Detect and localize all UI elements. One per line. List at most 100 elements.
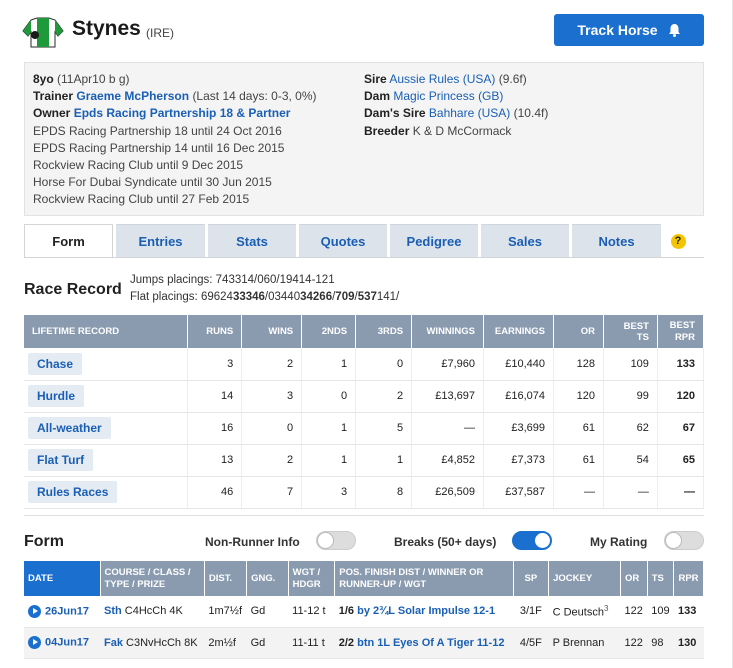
col-winnings: WINNINGS (411, 315, 485, 348)
record-type-button[interactable]: Flat Turf (28, 449, 94, 471)
toggle-knob (534, 532, 551, 549)
col-pos: POS. FINISH DIST / WINNER OR RUNNER-UP /… (334, 561, 514, 596)
cell-date[interactable]: 04Jun17 (24, 627, 100, 659)
record-type-button[interactable]: All-weather (28, 417, 111, 439)
horse-info-left: 8yo (11Apr10 b g) Trainer Graeme McPhers… (33, 71, 317, 209)
prev-owner: Rockview Racing Club until 9 Dec 2015 (33, 158, 244, 173)
result-link[interactable]: by 2¾L Solar Impulse 12-1 (357, 605, 495, 617)
play-video-icon[interactable] (28, 636, 41, 649)
trainer-link[interactable]: Graeme McPherson (76, 89, 189, 103)
cell-going: Gd (246, 627, 289, 659)
cell-or: 122 (620, 596, 648, 628)
col-3rds: 3RDS (355, 315, 413, 348)
flat-placings-bold: 709 (335, 291, 355, 303)
tab-pedigree[interactable]: Pedigree (390, 224, 478, 257)
col-date[interactable]: DATE (24, 561, 101, 596)
help-button[interactable]: ? (664, 224, 692, 258)
course-link[interactable]: Fak (104, 637, 123, 649)
non-runner-toggle[interactable] (316, 531, 356, 550)
finish-position: 2/2 (338, 636, 355, 649)
table-header-row: DATE COURSE / CLASS / TYPE / PRIZE DIST.… (24, 561, 704, 596)
cell-2nds: 1 (301, 412, 357, 445)
sire-label: Sire (364, 72, 387, 86)
col-jockey: JOCKEY (548, 561, 622, 596)
cell-3rds: 0 (355, 348, 413, 381)
record-type-button[interactable]: Hurdle (28, 385, 85, 407)
owner-link[interactable]: Epds Racing Partnership 18 & Partner (74, 106, 291, 120)
damsire-country[interactable]: (USA) (478, 106, 511, 120)
sire-country[interactable]: (USA) (463, 72, 496, 86)
col-lifetime-record: LIFETIME RECORD (24, 315, 189, 348)
breaks-toggle[interactable] (512, 531, 552, 550)
result-link[interactable]: btn 1L Eyes Of A Tiger 11-12 (357, 637, 504, 649)
finish-position: 1/6 (338, 605, 355, 618)
profile-tabs: Form Entries Stats Quotes Pedigree Sales… (24, 224, 704, 258)
dam-country[interactable]: (GB) (478, 89, 503, 103)
tab-form[interactable]: Form (24, 224, 113, 258)
table-row: Chase 3 2 1 0 £7,960 £10,440 128 109 133 (24, 348, 705, 381)
tab-notes[interactable]: Notes (572, 224, 661, 257)
flat-placings-bold: 33346 (232, 291, 265, 303)
record-type-button[interactable]: Chase (28, 352, 83, 375)
table-row: Hurdle 14 3 0 2 £13,697 £16,074 120 99 1… (24, 380, 705, 413)
cell-ts: — (603, 476, 658, 509)
record-type-button[interactable]: Rules Races (28, 481, 118, 503)
sire-dist: (9.6f) (498, 72, 527, 86)
age: 8yo (33, 72, 54, 86)
cell-earnings: £37,587 (483, 476, 555, 509)
cell-winnings: £7,960 (411, 348, 485, 381)
record-type: Flat Turf (24, 444, 189, 477)
horse-info-right: Sire Aussie Rules (USA) (9.6f) Dam Magic… (364, 71, 548, 140)
race-date-link[interactable]: 04Jun17 (45, 636, 89, 648)
toggle-knob (317, 532, 334, 549)
cell-winnings: £26,509 (411, 476, 485, 509)
trainer-line: Trainer Graeme McPherson (Last 14 days: … (33, 88, 317, 105)
cell-ts: 109 (603, 348, 658, 381)
course-link[interactable]: Sth (104, 605, 122, 617)
horse-header: Stynes (IRE) Track Horse (22, 12, 712, 52)
race-date-link[interactable]: 26Jun17 (45, 605, 89, 617)
cell-date[interactable]: 26Jun17 (24, 596, 100, 628)
cell-rpr: — (657, 476, 705, 509)
non-runner-toggle-label: Non-Runner Info (205, 535, 300, 549)
cell-ts: 99 (603, 380, 658, 413)
jockey-name[interactable]: P Brennan (553, 637, 605, 649)
cell-pos: 2/2 btn 1L Eyes Of A Tiger 11-12 (334, 627, 514, 659)
cell-going: Gd (246, 596, 289, 628)
col-earnings: EARNINGS (483, 315, 555, 348)
help-icon: ? (670, 233, 686, 249)
cell-winnings: £4,852 (411, 444, 485, 477)
cell-3rds: 8 (355, 476, 413, 509)
prev-owner: Rockview Racing Club until 27 Feb 2015 (33, 192, 250, 207)
track-horse-button[interactable]: Track Horse (554, 14, 704, 46)
jockey-name[interactable]: C Deutsch (553, 607, 604, 619)
breaks-toggle-label: Breaks (50+ days) (394, 535, 497, 549)
dam-link[interactable]: Magic Princess (393, 89, 474, 103)
col-2nds: 2NDS (301, 315, 357, 348)
tab-stats[interactable]: Stats (208, 224, 296, 257)
cell-sp: 4/5F (513, 627, 549, 659)
col-or: OR (620, 561, 648, 596)
damsire-link[interactable]: Bahhare (429, 106, 474, 120)
my-rating-toggle[interactable] (664, 531, 704, 550)
cell-wins: 3 (241, 380, 303, 413)
flat-placings-text: Flat placings: 69624 (130, 291, 233, 303)
cell-runs: 13 (187, 444, 243, 477)
play-video-icon[interactable] (28, 604, 41, 618)
tab-quotes[interactable]: Quotes (299, 224, 387, 257)
col-sp: SP (513, 561, 550, 596)
sire-link[interactable]: Aussie Rules (389, 72, 459, 86)
cell-or: — (553, 476, 604, 509)
cell-rpr: 65 (657, 444, 705, 477)
cell-dist: 1m7½f (204, 596, 247, 628)
cell-winnings: £13,697 (411, 380, 485, 413)
cell-runs: 16 (187, 412, 243, 445)
cell-2nds: 3 (301, 476, 357, 509)
col-best-ts: BEST TS (603, 315, 658, 348)
cell-runs: 46 (187, 476, 243, 509)
cell-3rds: 2 (355, 380, 413, 413)
tab-entries[interactable]: Entries (116, 224, 205, 257)
tab-sales[interactable]: Sales (481, 224, 569, 257)
cell-2nds: 0 (301, 380, 357, 413)
cell-wins: 2 (241, 444, 303, 477)
